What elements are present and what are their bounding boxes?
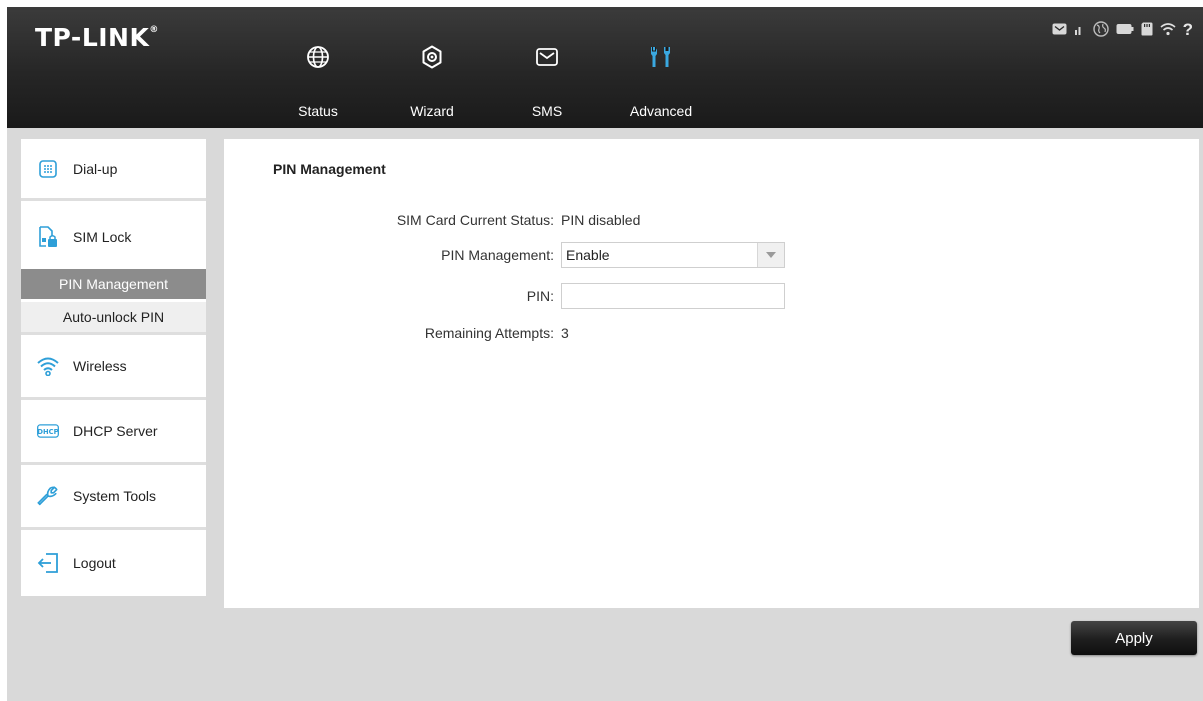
sim-status-value: PIN disabled bbox=[561, 212, 641, 228]
sidebar-item-logout[interactable]: Logout bbox=[21, 530, 206, 596]
nav-wizard-label: Wizard bbox=[410, 103, 454, 119]
sidebar-item-label: Dial-up bbox=[73, 160, 118, 177]
pin-management-label: PIN Management: bbox=[441, 247, 554, 263]
tp-link-logo: TP-LINK® bbox=[35, 23, 159, 52]
dialup-icon bbox=[37, 158, 59, 180]
sidebar-subitem-pin-management[interactable]: PIN Management bbox=[21, 269, 206, 299]
nav-wizard[interactable]: Wizard bbox=[392, 45, 472, 125]
nav-sms-label: SMS bbox=[531, 103, 563, 119]
help-icon[interactable]: ? bbox=[1183, 21, 1193, 39]
signal-icon bbox=[1074, 22, 1086, 38]
wifi-status-icon bbox=[1160, 22, 1176, 39]
sidebar-item-label: System Tools bbox=[73, 488, 156, 504]
tools-icon bbox=[621, 45, 701, 85]
sim-lock-icon bbox=[37, 225, 59, 248]
pin-management-row: PIN Management: Enable bbox=[224, 242, 824, 268]
svg-text:DHCP: DHCP bbox=[37, 428, 58, 436]
internet-icon bbox=[1092, 20, 1109, 40]
globe-icon bbox=[278, 45, 358, 85]
nav-advanced-label: Advanced bbox=[629, 103, 693, 119]
nav-status[interactable]: Status bbox=[278, 45, 358, 125]
sidebar-item-label: DHCP Server bbox=[73, 423, 158, 439]
sms-status-icon[interactable] bbox=[1052, 22, 1067, 38]
pin-row: PIN: bbox=[224, 283, 824, 309]
nav-status-label: Status bbox=[298, 103, 338, 119]
sidebar-item-label: SIM Lock bbox=[73, 228, 132, 245]
pin-label: PIN: bbox=[526, 288, 554, 304]
wrench-icon bbox=[37, 485, 59, 507]
sidebar-item-dhcp-server[interactable]: DHCP DHCP Server bbox=[21, 400, 206, 465]
top-header: TP-LINK® Status Wizard SMS Advanced ? bbox=[7, 7, 1203, 128]
sidebar: Dial-up SIM Lock PIN Management Auto-unl… bbox=[21, 139, 206, 596]
pin-management-select-value: Enable bbox=[566, 247, 610, 263]
sidebar-item-wireless[interactable]: Wireless bbox=[21, 335, 206, 400]
sidebar-item-sim-lock[interactable]: SIM Lock bbox=[21, 204, 206, 269]
remaining-attempts-row: Remaining Attempts: 3 bbox=[224, 320, 824, 346]
remaining-attempts-label: Remaining Attempts: bbox=[424, 325, 554, 341]
wireless-icon bbox=[37, 355, 59, 377]
sidebar-item-system-tools[interactable]: System Tools bbox=[21, 465, 206, 530]
battery-icon bbox=[1116, 22, 1134, 38]
sidebar-item-dialup[interactable]: Dial-up bbox=[21, 139, 206, 201]
sim-status-label: SIM Card Current Status: bbox=[396, 212, 554, 228]
main-panel: PIN Management SIM Card Current Status: … bbox=[224, 139, 1199, 608]
logout-icon bbox=[37, 552, 59, 574]
apply-button[interactable]: Apply bbox=[1071, 621, 1197, 655]
status-bar: ? bbox=[1052, 21, 1193, 39]
sim-status-row: SIM Card Current Status: PIN disabled bbox=[224, 207, 824, 233]
page-title: PIN Management bbox=[273, 161, 386, 177]
nav-advanced[interactable]: Advanced bbox=[621, 45, 701, 125]
remaining-attempts-value: 3 bbox=[561, 325, 569, 341]
sidebar-item-label: Wireless bbox=[73, 358, 127, 374]
pin-input[interactable] bbox=[561, 283, 785, 309]
sidebar-item-label: Logout bbox=[73, 555, 116, 571]
sd-card-icon bbox=[1141, 22, 1153, 39]
sidebar-subitem-auto-unlock-pin[interactable]: Auto-unlock PIN bbox=[21, 302, 206, 335]
pin-management-select[interactable]: Enable bbox=[561, 242, 785, 268]
wizard-icon bbox=[392, 45, 472, 85]
nav-sms[interactable]: SMS bbox=[507, 45, 587, 125]
chevron-down-icon[interactable] bbox=[757, 243, 784, 267]
dhcp-icon: DHCP bbox=[37, 420, 59, 442]
content-area: Dial-up SIM Lock PIN Management Auto-unl… bbox=[7, 128, 1203, 701]
envelope-icon bbox=[507, 45, 587, 85]
